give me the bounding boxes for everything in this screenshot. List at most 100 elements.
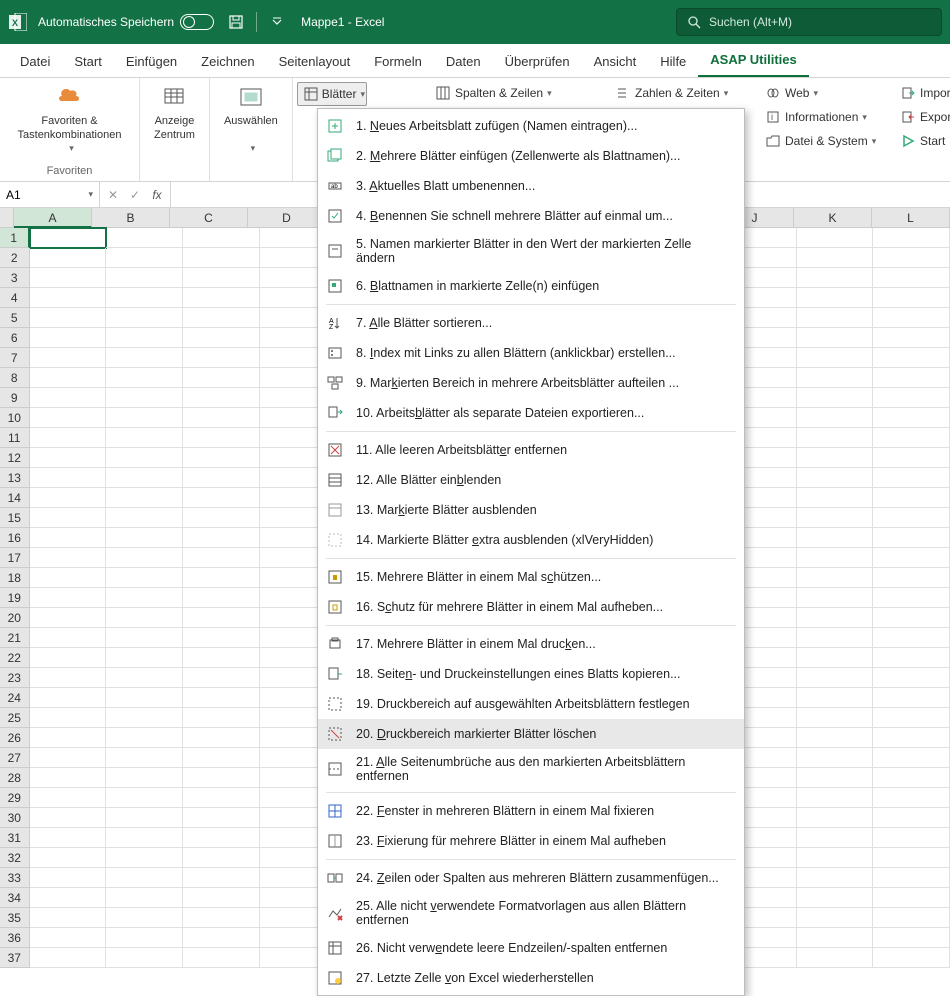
menu-item-18[interactable]: 18. Seiten- und Druckeinstellungen eines…	[318, 659, 744, 689]
cell[interactable]	[797, 428, 874, 448]
cell[interactable]	[106, 528, 183, 548]
cell[interactable]	[30, 668, 107, 688]
cell[interactable]	[106, 888, 183, 908]
cell[interactable]	[183, 928, 260, 948]
search-box[interactable]: Suchen (Alt+M)	[676, 8, 942, 36]
cell[interactable]	[797, 668, 874, 688]
cell[interactable]	[873, 308, 950, 328]
cell[interactable]	[183, 468, 260, 488]
informationen-dropdown[interactable]: i Informationen▾	[759, 106, 882, 128]
cell[interactable]	[106, 388, 183, 408]
menu-item-24[interactable]: 24. Zeilen oder Spalten aus mehreren Blä…	[318, 863, 744, 893]
cell[interactable]	[106, 408, 183, 428]
cell[interactable]	[106, 728, 183, 748]
cell[interactable]	[30, 268, 107, 288]
tab-seitenlayout[interactable]: Seitenlayout	[267, 46, 363, 77]
tab-ansicht[interactable]: Ansicht	[582, 46, 649, 77]
menu-item-20[interactable]: 20. Druckbereich markierter Blätter lösc…	[318, 719, 744, 749]
cell[interactable]	[30, 728, 107, 748]
cell[interactable]	[106, 668, 183, 688]
menu-item-6[interactable]: 6. Blattnamen in markierte Zelle(n) einf…	[318, 271, 744, 301]
tab-überprüfen[interactable]: Überprüfen	[493, 46, 582, 77]
auswaehlen-button[interactable]: Auswählen▾	[218, 82, 284, 156]
cell[interactable]	[873, 508, 950, 528]
cell[interactable]	[797, 268, 874, 288]
cell[interactable]	[183, 608, 260, 628]
cell[interactable]	[873, 528, 950, 548]
cell[interactable]	[797, 788, 874, 808]
datei-system-dropdown[interactable]: Datei & System▾	[759, 130, 882, 152]
cell[interactable]	[797, 908, 874, 928]
row-header[interactable]: 10	[0, 408, 30, 428]
qat-customize-button[interactable]	[265, 10, 289, 34]
cell[interactable]	[183, 768, 260, 788]
cell[interactable]	[30, 428, 107, 448]
cell[interactable]	[873, 788, 950, 808]
row-header[interactable]: 19	[0, 588, 30, 608]
cell[interactable]	[183, 948, 260, 968]
cell[interactable]	[873, 288, 950, 308]
menu-item-11[interactable]: 11. Alle leeren Arbeitsblätter entfernen	[318, 435, 744, 465]
menu-item-4[interactable]: 4. Benennen Sie schnell mehrere Blätter …	[318, 201, 744, 231]
cell[interactable]	[106, 608, 183, 628]
row-header[interactable]: 36	[0, 928, 30, 948]
cell[interactable]	[183, 448, 260, 468]
row-header[interactable]: 11	[0, 428, 30, 448]
cell[interactable]	[797, 308, 874, 328]
cell[interactable]	[873, 268, 950, 288]
tab-formeln[interactable]: Formeln	[362, 46, 434, 77]
cell[interactable]	[873, 708, 950, 728]
row-header[interactable]: 17	[0, 548, 30, 568]
menu-item-25[interactable]: 25. Alle nicht verwendete Formatvorlagen…	[318, 893, 744, 933]
cell[interactable]	[873, 748, 950, 768]
tab-einfügen[interactable]: Einfügen	[114, 46, 189, 77]
cell[interactable]	[30, 768, 107, 788]
menu-item-19[interactable]: 19. Druckbereich auf ausgewählten Arbeit…	[318, 689, 744, 719]
tab-start[interactable]: Start	[62, 46, 113, 77]
cell[interactable]	[797, 728, 874, 748]
cell[interactable]	[183, 348, 260, 368]
cell[interactable]	[873, 408, 950, 428]
zahlen-zeiten-dropdown[interactable]: Zahlen & Zeiten▾	[609, 82, 734, 104]
column-header[interactable]: L	[872, 208, 950, 228]
row-header[interactable]: 27	[0, 748, 30, 768]
cell[interactable]	[30, 828, 107, 848]
menu-item-21[interactable]: 21. Alle Seitenumbrüche aus den markiert…	[318, 749, 744, 789]
cell[interactable]	[873, 768, 950, 788]
cell[interactable]	[106, 868, 183, 888]
cell[interactable]	[30, 548, 107, 568]
cell[interactable]	[183, 428, 260, 448]
row-header[interactable]: 32	[0, 848, 30, 868]
cell[interactable]	[30, 248, 107, 268]
cell[interactable]	[873, 448, 950, 468]
row-header[interactable]: 22	[0, 648, 30, 668]
cell[interactable]	[30, 648, 107, 668]
cell[interactable]	[183, 548, 260, 568]
cell[interactable]	[106, 848, 183, 868]
cell[interactable]	[30, 368, 107, 388]
cell[interactable]	[30, 408, 107, 428]
cell[interactable]	[873, 248, 950, 268]
cell[interactable]	[873, 388, 950, 408]
cell[interactable]	[30, 608, 107, 628]
row-header[interactable]: 33	[0, 868, 30, 888]
row-header[interactable]: 29	[0, 788, 30, 808]
cell[interactable]	[106, 448, 183, 468]
cell[interactable]	[183, 248, 260, 268]
cell[interactable]	[106, 468, 183, 488]
cell[interactable]	[873, 688, 950, 708]
cell[interactable]	[797, 348, 874, 368]
cell[interactable]	[797, 848, 874, 868]
cell[interactable]	[797, 468, 874, 488]
cell[interactable]	[797, 828, 874, 848]
cell[interactable]	[873, 848, 950, 868]
menu-item-9[interactable]: 9. Markierten Bereich in mehrere Arbeits…	[318, 368, 744, 398]
blaetter-dropdown[interactable]: Blätter▾	[297, 82, 367, 106]
cell[interactable]	[183, 708, 260, 728]
row-header[interactable]: 20	[0, 608, 30, 628]
cell[interactable]	[106, 828, 183, 848]
row-header[interactable]: 9	[0, 388, 30, 408]
cell[interactable]	[183, 748, 260, 768]
cell[interactable]	[797, 368, 874, 388]
cell[interactable]	[797, 228, 874, 248]
